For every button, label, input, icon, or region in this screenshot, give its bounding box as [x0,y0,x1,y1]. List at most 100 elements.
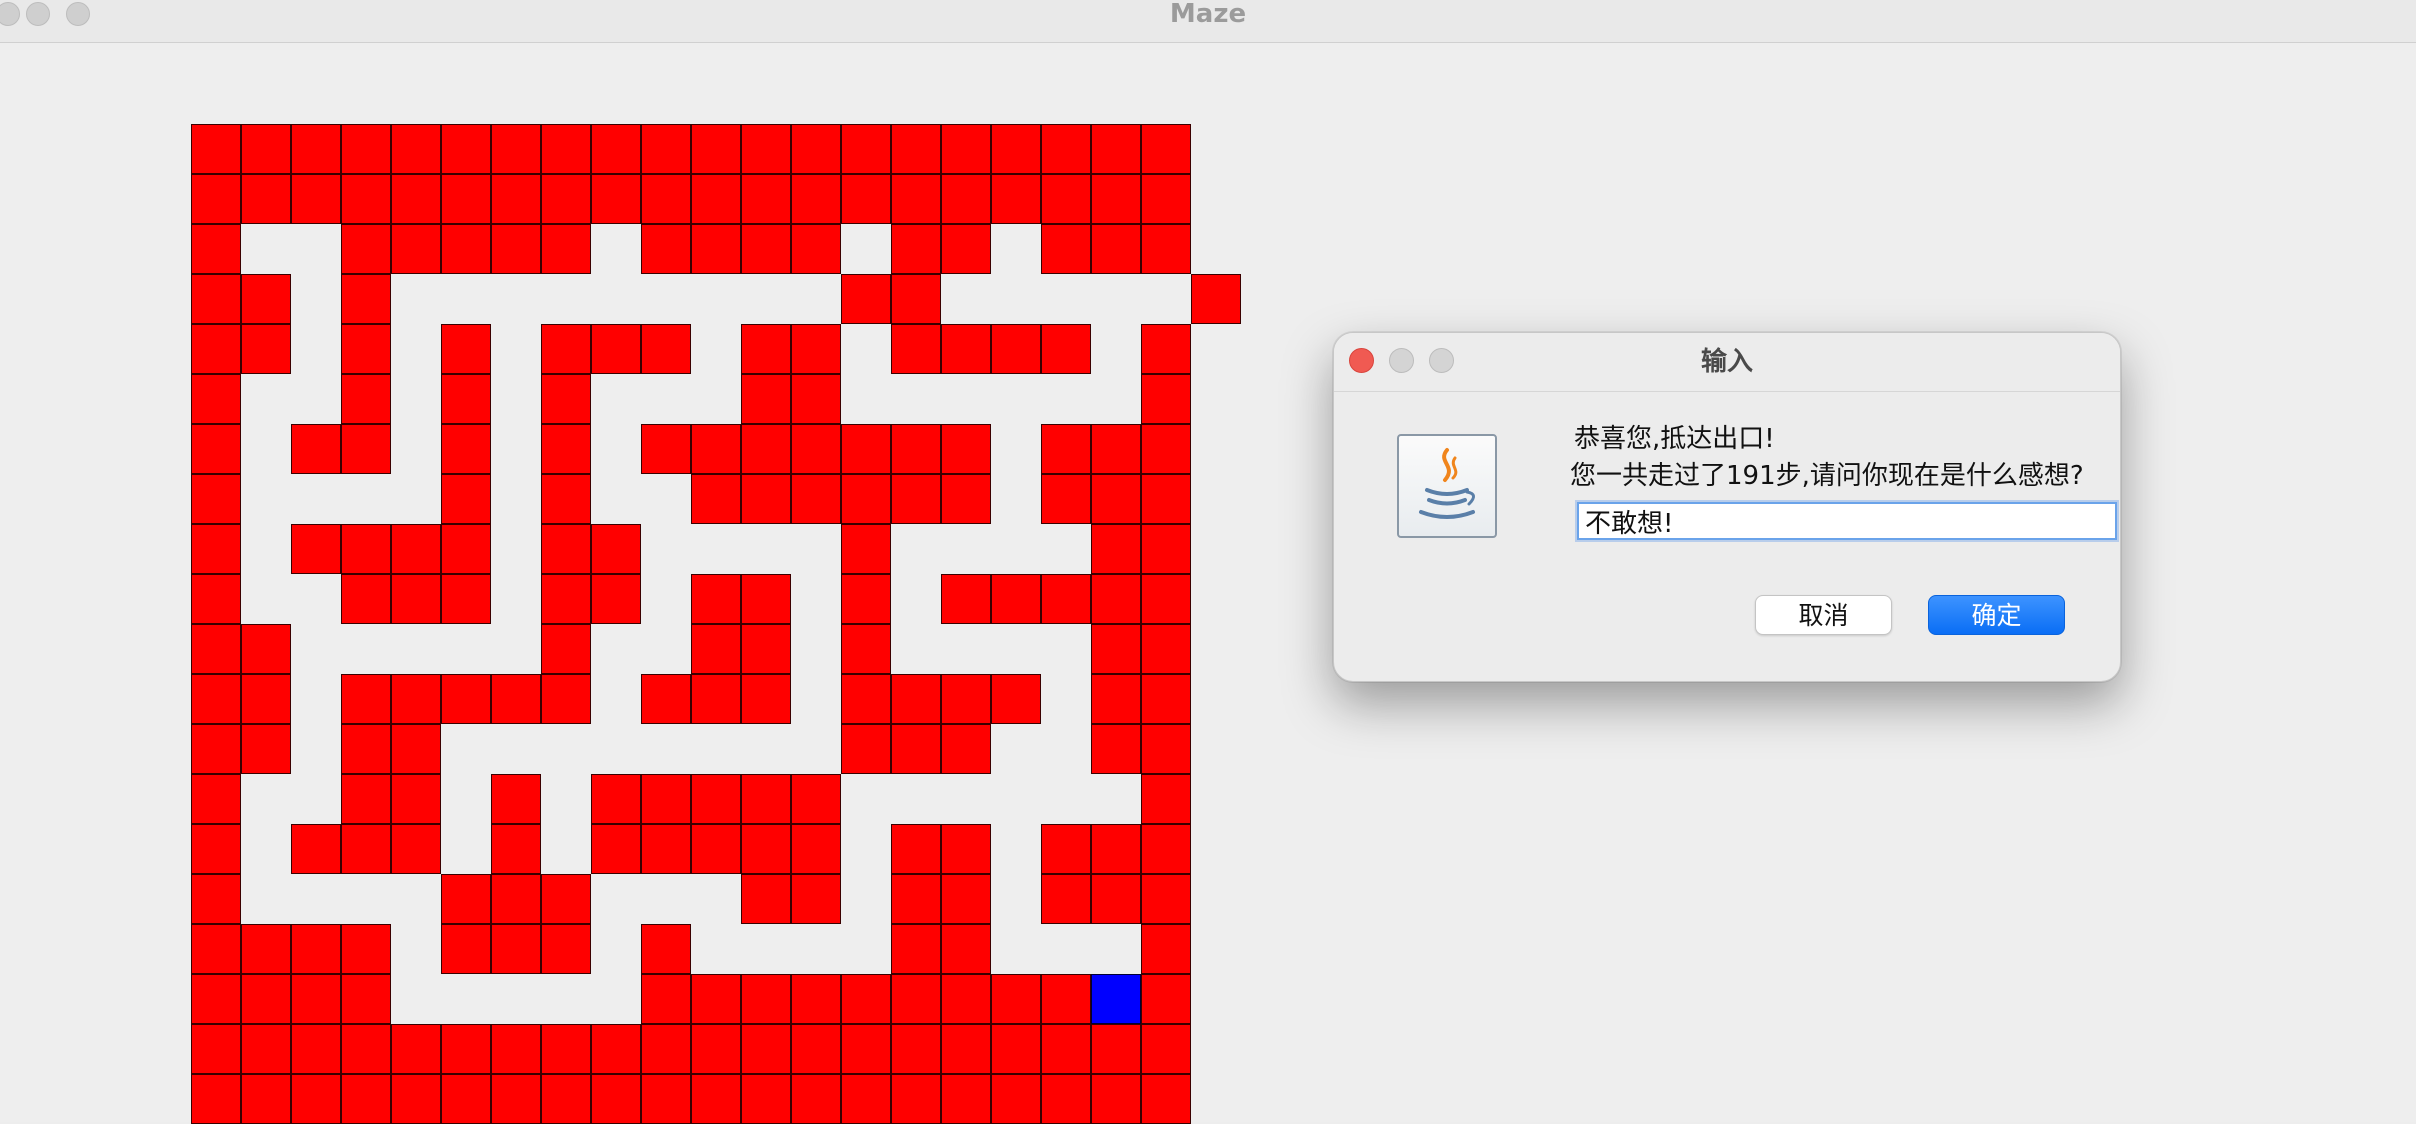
maze-wall-cell [1041,474,1091,524]
maze-wall-cell [341,1024,391,1074]
maze-wall-cell [191,824,241,874]
maze-wall-cell [591,1074,641,1124]
maze-wall-cell [691,1074,741,1124]
maze-wall-cell [1141,324,1191,374]
feeling-input[interactable] [1577,502,2117,540]
maze-wall-cell [491,174,541,224]
maze-wall-cell [641,174,691,224]
maze-wall-cell [941,124,991,174]
maze-wall-cell [1091,874,1141,924]
maze-wall-cell [991,1074,1041,1124]
maze-wall-cell [941,424,991,474]
maze-wall-cell [1041,1024,1091,1074]
maze-wall-cell [641,674,691,724]
maze-wall-cell [241,974,291,1024]
maze-wall-cell [891,924,941,974]
maze-wall-cell [1091,574,1141,624]
maze-wall-cell [441,474,491,524]
maze-wall-cell [291,424,341,474]
maze-wall-cell [1191,274,1241,324]
maze-wall-cell [791,374,841,424]
cancel-button[interactable]: 取消 [1755,595,1892,635]
maze-wall-cell [691,474,741,524]
maze-wall-cell [691,424,741,474]
maze-wall-cell [341,274,391,324]
maze-wall-cell [541,1024,591,1074]
maze-wall-cell [591,574,641,624]
maze-wall-cell [341,374,391,424]
maze-wall-cell [691,574,741,624]
maze-wall-cell [1091,1024,1141,1074]
maze-wall-cell [491,1074,541,1124]
maze-wall-cell [691,124,741,174]
maze-wall-cell [191,324,241,374]
maze-wall-cell [741,174,791,224]
maze-wall-cell [991,174,1041,224]
maze-wall-cell [841,974,891,1024]
maze-wall-cell [491,874,541,924]
maze-wall-cell [241,724,291,774]
maze-wall-cell [841,1074,891,1124]
maze-wall-cell [1141,674,1191,724]
maze-wall-cell [791,824,841,874]
maze-wall-cell [641,924,691,974]
maze-wall-cell [991,324,1041,374]
maze-wall-cell [291,124,341,174]
maze-wall-cell [491,674,541,724]
maze-wall-cell [191,574,241,624]
maze-wall-cell [791,974,841,1024]
maze-wall-cell [541,674,591,724]
maze-wall-cell [441,524,491,574]
maze-wall-cell [1141,124,1191,174]
maze-wall-cell [191,1074,241,1124]
maze-wall-cell [691,1024,741,1074]
maze-wall-cell [891,124,941,174]
maze-wall-cell [1091,124,1141,174]
maze-wall-cell [741,574,791,624]
maze-wall-cell [891,224,941,274]
maze-wall-cell [1091,724,1141,774]
maze-wall-cell [941,324,991,374]
maze-wall-cell [891,974,941,1024]
maze-wall-cell [341,674,391,724]
maze-wall-cell [491,824,541,874]
maze-wall-cell [241,674,291,724]
maze-wall-cell [291,924,341,974]
maze-wall-cell [841,124,891,174]
maze-wall-cell [941,474,991,524]
maze-wall-cell [741,124,791,174]
maze-wall-cell [641,824,691,874]
maze-wall-cell [341,924,391,974]
maze-wall-cell [691,174,741,224]
maze-wall-cell [291,824,341,874]
maze-wall-cell [491,924,541,974]
maze-wall-cell [241,124,291,174]
window-titlebar: Maze [0,0,2416,43]
maze-wall-cell [591,524,641,574]
maze-wall-cell [291,1074,341,1124]
maze-wall-cell [1091,474,1141,524]
maze-wall-cell [891,874,941,924]
maze-wall-cell [541,424,591,474]
maze-wall-cell [741,474,791,524]
window-title: Maze [1169,0,1247,29]
maze-wall-cell [191,874,241,924]
maze-wall-cell [791,474,841,524]
maze-wall-cell [191,124,241,174]
maze-wall-cell [841,424,891,474]
maze-wall-cell [391,1074,441,1124]
maze-wall-cell [741,374,791,424]
maze-wall-cell [341,574,391,624]
maze-wall-cell [191,524,241,574]
maze-wall-cell [491,124,541,174]
maze-wall-cell [791,1074,841,1124]
maze-wall-cell [941,1024,991,1074]
maze-wall-cell [891,274,941,324]
maze-wall-cell [441,924,491,974]
maze-wall-cell [991,974,1041,1024]
maze-wall-cell [241,1074,291,1124]
maze-wall-cell [741,774,791,824]
maze-grid [191,124,1241,1124]
maze-wall-cell [1091,674,1141,724]
ok-button[interactable]: 确定 [1928,595,2065,635]
